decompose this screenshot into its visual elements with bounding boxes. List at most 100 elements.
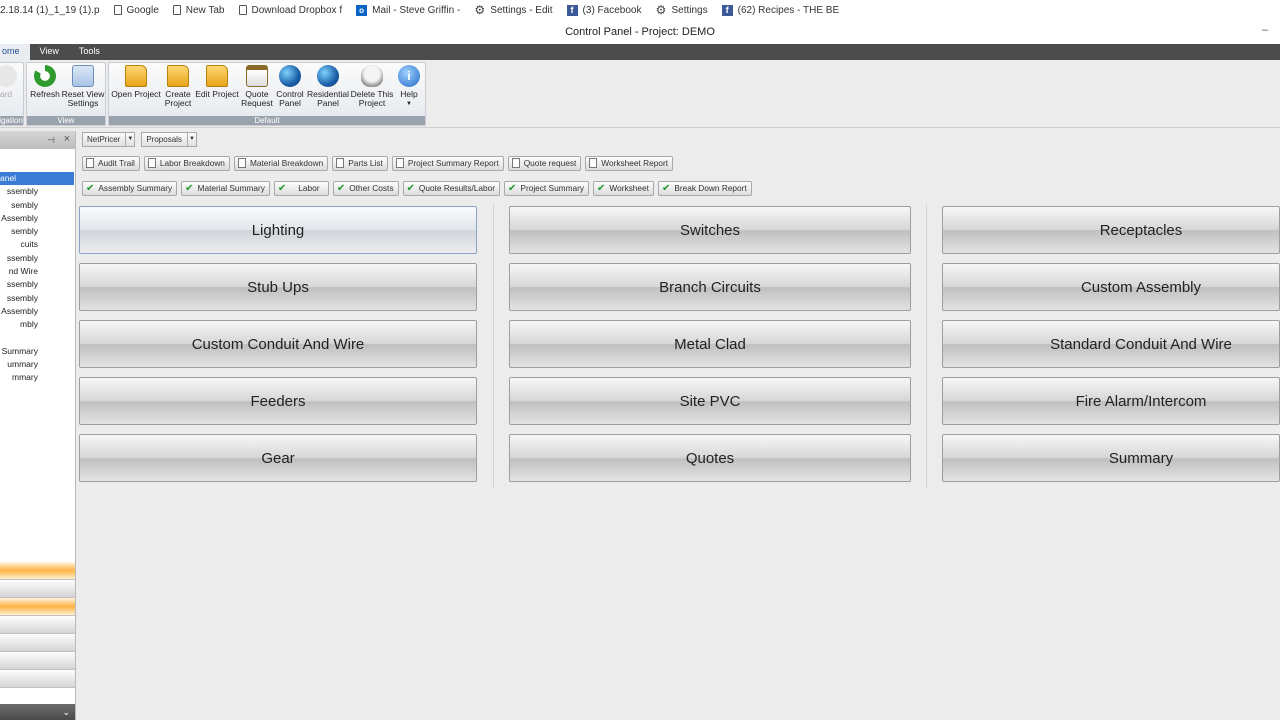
proposals-dropdown[interactable]: Proposals ▼	[141, 131, 197, 147]
minimize-button[interactable]: –	[1262, 24, 1268, 36]
audit-trail-button[interactable]: Audit Trail	[82, 155, 140, 171]
navigation-button[interactable]: ard	[0, 65, 17, 99]
bookmark-dropbox[interactable]: Download Dropbox f	[238, 5, 342, 16]
site-pvc-button[interactable]: Site PVC	[509, 377, 911, 425]
nav-stripe[interactable]	[0, 634, 75, 652]
nav-stripe[interactable]	[0, 616, 75, 634]
folder-icon	[206, 65, 228, 87]
bookmark-facebook[interactable]: f (3) Facebook	[566, 4, 641, 16]
checkmark-icon: ✔	[508, 182, 517, 194]
panel-list: anel ssembly sembly e Assembly sembly cu…	[0, 172, 75, 385]
document-icon	[336, 158, 345, 168]
delete-project-button[interactable]: Delete This Project	[350, 65, 394, 108]
custom-conduit-and-wire-button[interactable]: Custom Conduit And Wire	[79, 320, 477, 368]
list-item[interactable]: ssembly	[0, 185, 38, 198]
bookmark-pdf[interactable]: 2.18.14 (1)_1_19 (1).p	[0, 5, 100, 16]
metal-clad-button[interactable]: Metal Clad	[509, 320, 911, 368]
open-project-button[interactable]: Open Project	[111, 65, 161, 99]
nav-stripe[interactable]	[0, 580, 75, 598]
list-item[interactable]: nd Wire	[0, 265, 38, 278]
title-bar: Control Panel - Project: DEMO –	[0, 20, 1280, 44]
edit-project-button[interactable]: Edit Project	[195, 65, 239, 99]
list-item[interactable]: mmary	[0, 371, 38, 384]
chevron-down-icon: ⌄	[62, 707, 70, 717]
lighting-button[interactable]: Lighting	[79, 206, 477, 254]
netpricer-dropdown[interactable]: NetPricer ▼	[82, 131, 136, 147]
branch-circuits-button[interactable]: Branch Circuits	[509, 263, 911, 311]
bookmark-settings-edit[interactable]: ⚙ Settings - Edit	[474, 2, 552, 17]
project-summary-toggle[interactable]: ✔ Project Summary	[504, 180, 590, 196]
bookmark-settings[interactable]: ⚙ Settings	[655, 2, 708, 17]
material-summary-toggle[interactable]: ✔ Material Summary	[181, 180, 270, 196]
nav-stripe[interactable]	[0, 652, 75, 670]
bookmark-google[interactable]: Google	[113, 5, 159, 16]
summary-button[interactable]: Summary	[942, 434, 1280, 482]
tab-view[interactable]: View	[30, 44, 69, 60]
worksheet-report-button[interactable]: Worksheet Report	[585, 155, 674, 171]
list-item[interactable]: Summary	[0, 345, 38, 358]
ribbon: ard igation Refresh Reset View Settings …	[0, 60, 1280, 128]
help-button[interactable]: i Help ▼	[395, 65, 423, 109]
receptacles-button[interactable]: Receptacles	[942, 206, 1280, 254]
tab-home[interactable]: ome	[0, 44, 30, 60]
parts-list-button[interactable]: Parts List	[332, 155, 388, 171]
quotes-button[interactable]: Quotes	[509, 434, 911, 482]
standard-conduit-and-wire-button[interactable]: Standard Conduit And Wire	[942, 320, 1280, 368]
doc-icon	[238, 5, 247, 15]
list-item[interactable]: Assembly	[0, 305, 38, 318]
other-costs-toggle[interactable]: ✔ Other Costs	[332, 180, 399, 196]
list-item[interactable]: sembly	[0, 199, 38, 212]
ribbon-group-default: Open Project Create Project Edit Project…	[108, 62, 426, 126]
labor-breakdown-button[interactable]: Labor Breakdown	[143, 155, 230, 171]
fire-alarm-intercom-button[interactable]: Fire Alarm/Intercom	[942, 377, 1280, 425]
control-panel-button[interactable]: Control Panel	[274, 65, 306, 108]
list-item[interactable]: mbly	[0, 318, 38, 331]
list-item[interactable]: ssembly	[0, 278, 38, 291]
left-navigation-panel: ⊣ × anel ssembly sembly e Assembly sembl…	[0, 131, 76, 720]
bookmark-recipes[interactable]: f (62) Recipes - THE BE	[721, 4, 839, 16]
switches-button[interactable]: Switches	[509, 206, 911, 254]
tab-tools[interactable]: Tools	[69, 44, 110, 60]
refresh-button[interactable]: Refresh	[30, 65, 60, 99]
residential-panel-button[interactable]: Residential Panel	[307, 65, 349, 108]
gear-icon: ⚙	[655, 2, 667, 17]
reset-view-settings-button[interactable]: Reset View Settings	[61, 65, 105, 108]
panel-scroll-button[interactable]: ⌄	[0, 704, 75, 720]
break-down-report-toggle[interactable]: ✔ Break Down Report	[657, 180, 752, 196]
nav-stripe[interactable]	[0, 670, 75, 688]
list-item[interactable]: cuits	[0, 238, 38, 251]
quote-results-labor-toggle[interactable]: ✔ Quote Results/Labor	[402, 180, 501, 196]
bookmark-new-tab[interactable]: New Tab	[172, 5, 225, 16]
nav-stripe[interactable]	[0, 598, 75, 616]
material-breakdown-button[interactable]: Material Breakdown	[233, 155, 329, 171]
list-item[interactable]: anel	[0, 172, 74, 186]
window-title: Control Panel - Project: DEMO	[565, 26, 715, 38]
close-icon[interactable]: ×	[64, 133, 70, 145]
worksheet-toggle[interactable]: ✔ Worksheet	[593, 180, 654, 196]
list-item[interactable]: e Assembly	[0, 212, 38, 225]
list-item[interactable]: ummary	[0, 358, 38, 371]
gear-button[interactable]: Gear	[79, 434, 477, 482]
gear-icon: ⚙	[474, 2, 486, 17]
feeders-button[interactable]: Feeders	[79, 377, 477, 425]
panel-header: ⊣ ×	[0, 131, 75, 149]
pin-icon[interactable]: ⊣	[47, 135, 55, 146]
list-item[interactable]: ssembly	[0, 292, 38, 305]
project-summary-report-button[interactable]: Project Summary Report	[391, 155, 504, 171]
bookmark-mail[interactable]: o Mail - Steve Griffin -	[356, 4, 460, 16]
custom-assembly-button[interactable]: Custom Assembly	[942, 263, 1280, 311]
quote-request-button[interactable]: Quote Request	[240, 65, 274, 108]
refresh-icon	[34, 65, 56, 87]
assembly-summary-toggle[interactable]: ✔ Assembly Summary	[82, 180, 178, 196]
list-item[interactable]: sembly	[0, 225, 38, 238]
quote-request-report-button[interactable]: Quote request	[507, 155, 582, 171]
checkmark-icon: ✔	[406, 182, 415, 194]
info-icon: i	[398, 65, 420, 87]
create-project-button[interactable]: Create Project	[161, 65, 195, 108]
list-item[interactable]: ssembly	[0, 252, 38, 265]
stub-ups-button[interactable]: Stub Ups	[79, 263, 477, 311]
nav-stripe[interactable]	[0, 562, 75, 580]
labor-toggle[interactable]: ✔ Labor	[273, 180, 329, 196]
column-divider	[493, 204, 494, 488]
